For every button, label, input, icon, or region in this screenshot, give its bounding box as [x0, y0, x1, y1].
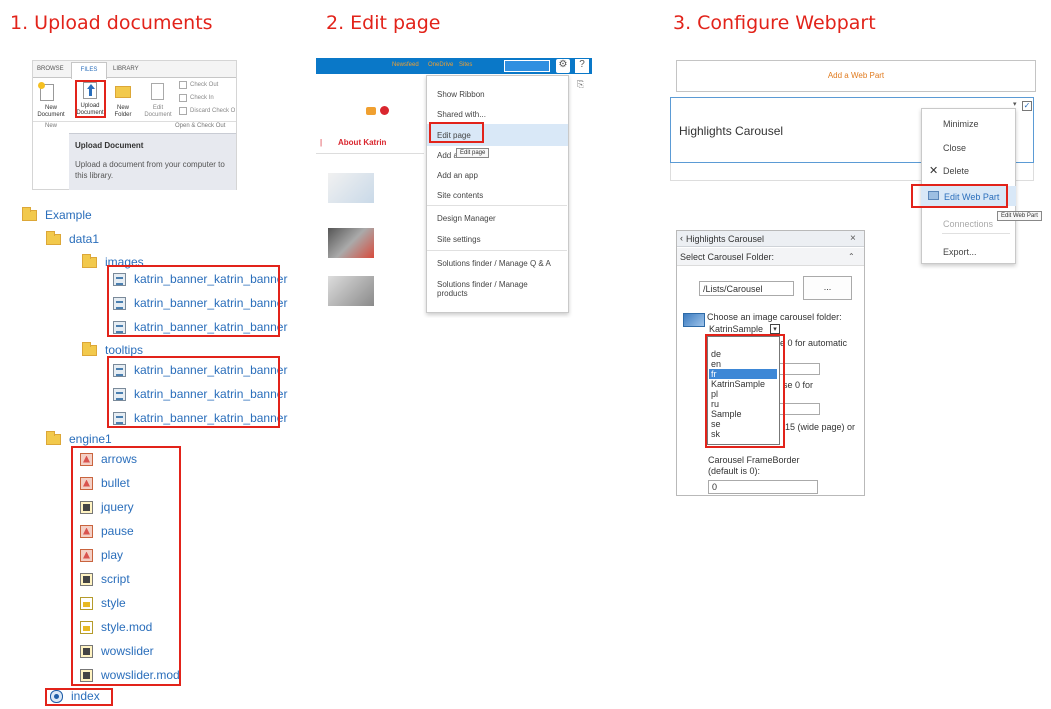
new-document-button[interactable]: New Document — [34, 105, 68, 119]
check-in-button[interactable]: Check In — [190, 95, 214, 101]
browse-button[interactable]: ... — [803, 276, 852, 300]
edit-document-icon — [151, 83, 164, 100]
thumbnail-image — [328, 173, 374, 203]
ribbon-screenshot: BROWSE FILES LIBRARY New Document Upload… — [32, 60, 237, 190]
highlight-index — [45, 688, 113, 706]
help-icon[interactable]: ? — [575, 59, 589, 73]
heading-upload-documents: 1. Upload documents — [10, 12, 213, 34]
add-web-part-bar[interactable]: Add a Web Part — [676, 60, 1036, 92]
tree-item-tooltips[interactable]: tooltips — [82, 341, 143, 357]
edit-page-tooltip: Edit page — [456, 148, 490, 158]
menu-site-contents[interactable]: Site contents — [437, 191, 483, 200]
about-katrin-link[interactable]: About Katrin — [338, 138, 386, 147]
thumbnail-image — [328, 276, 374, 306]
frameborder-label: Carousel FrameBorder (default is 0): — [708, 455, 800, 476]
add-web-part-link[interactable]: Add a Web Part — [677, 71, 1035, 80]
ctx-close[interactable]: Close — [943, 143, 966, 153]
user-area[interactable] — [504, 60, 550, 72]
alert-icon — [380, 106, 389, 115]
frameborder-input[interactable]: 0 — [708, 480, 818, 494]
menu-design-manager[interactable]: Design Manager — [437, 214, 496, 223]
menu-site-settings[interactable]: Site settings — [437, 235, 481, 244]
nav-newsfeed[interactable]: Newsfeed — [392, 62, 419, 68]
nav-onedrive[interactable]: OneDrive — [428, 62, 453, 68]
group-new-label: New — [45, 123, 58, 129]
heading-configure-webpart: 3. Configure Webpart — [673, 12, 876, 34]
webpart-menu-icon[interactable]: ▾ — [1013, 100, 1017, 108]
close-icon[interactable]: × — [850, 233, 856, 244]
tool-pane-chevron-icon[interactable]: ‹ — [680, 233, 683, 243]
ctx-connections[interactable]: Connections — [943, 219, 993, 229]
edit-web-part-tooltip: Edit Web Part — [997, 211, 1042, 221]
hint-wide-page: 15 (wide page) or — [785, 422, 856, 432]
menu-add-a-page[interactable]: Add a — [437, 151, 458, 160]
highlight-engine-files — [71, 446, 181, 686]
menu-solutions-qa[interactable]: Solutions finder / Manage Q & A — [437, 259, 551, 268]
upload-tooltip: Upload Document Upload a document from y… — [69, 133, 236, 190]
ctx-minimize[interactable]: Minimize — [943, 119, 979, 129]
edit-page-screenshot: Newsfeed OneDrive Sites ⚙ ? ⎘ | About Ka… — [316, 48, 592, 318]
check-out-button[interactable]: Check Out — [190, 82, 218, 88]
highlight-images-files — [107, 265, 280, 337]
tree-item-data1[interactable]: data1 — [46, 230, 99, 246]
focus-icon[interactable]: ⎘ — [577, 79, 584, 90]
folder-icon — [82, 341, 97, 356]
gear-icon[interactable]: ⚙ — [556, 59, 570, 73]
chevron-down-icon[interactable]: ▾ — [770, 324, 780, 334]
discard-check-out-button[interactable]: Discard Check O — [190, 108, 235, 114]
folder-icon — [46, 430, 61, 445]
new-document-icon — [38, 82, 54, 101]
new-folder-button[interactable]: New Folder — [108, 105, 138, 119]
menu-add-an-app[interactable]: Add an app — [437, 171, 478, 180]
carousel-icon — [683, 313, 705, 327]
check-in-icon — [179, 94, 187, 102]
tool-pane-title: Highlights Carousel — [686, 234, 765, 244]
folder-path-input[interactable]: /Lists/Carousel — [699, 281, 794, 296]
highlight-upload — [75, 80, 106, 118]
webpart-title: Highlights Carousel — [679, 124, 784, 138]
check-out-icon — [179, 81, 187, 89]
delete-icon: ✕ — [929, 165, 939, 177]
highlight-folder-options — [705, 334, 785, 448]
hint-zero: se 0 for — [783, 380, 814, 390]
folder-icon — [22, 206, 37, 221]
highlight-tooltips-files — [107, 356, 280, 428]
suite-bar — [316, 58, 592, 74]
tree-item-engine1[interactable]: engine1 — [46, 430, 112, 446]
heading-edit-page: 2. Edit page — [326, 12, 441, 34]
badge-icon — [366, 107, 376, 115]
folder-icon — [82, 253, 97, 268]
upload-tooltip-title: Upload Document — [75, 141, 144, 150]
folder-icon — [46, 230, 61, 245]
ctx-delete[interactable]: Delete — [943, 166, 969, 176]
menu-show-ribbon[interactable]: Show Ribbon — [437, 90, 485, 99]
collapse-icon[interactable]: ⌃ — [848, 252, 855, 261]
edit-document-button[interactable]: Edit Document — [141, 105, 175, 119]
new-folder-icon — [115, 86, 131, 98]
webpart-checkbox[interactable]: ✓ — [1022, 101, 1032, 111]
highlight-edit-page — [429, 122, 484, 143]
tab-files[interactable]: FILES — [71, 62, 107, 79]
upload-tooltip-body: Upload a document from your computer to … — [75, 160, 225, 180]
tab-browse[interactable]: BROWSE — [37, 66, 64, 72]
thumbnail-image — [328, 228, 374, 258]
menu-shared-with[interactable]: Shared with... — [437, 110, 486, 119]
choose-folder-label: Choose an image carousel folder: — [707, 312, 842, 322]
highlight-edit-web-part — [911, 184, 1008, 208]
tab-library[interactable]: LIBRARY — [113, 66, 139, 72]
group-open-check-label: Open & Check Out — [175, 123, 226, 129]
tree-item-example[interactable]: Example — [22, 206, 92, 222]
section-title: Select Carousel Folder: — [680, 252, 775, 262]
menu-solutions-products[interactable]: Solutions finder / Manage products — [437, 280, 557, 298]
hint-automatic: e 0 for automatic — [780, 338, 848, 348]
nav-sites[interactable]: Sites — [459, 62, 472, 68]
ctx-export[interactable]: Export... — [943, 247, 977, 257]
discard-check-out-icon — [179, 107, 187, 115]
